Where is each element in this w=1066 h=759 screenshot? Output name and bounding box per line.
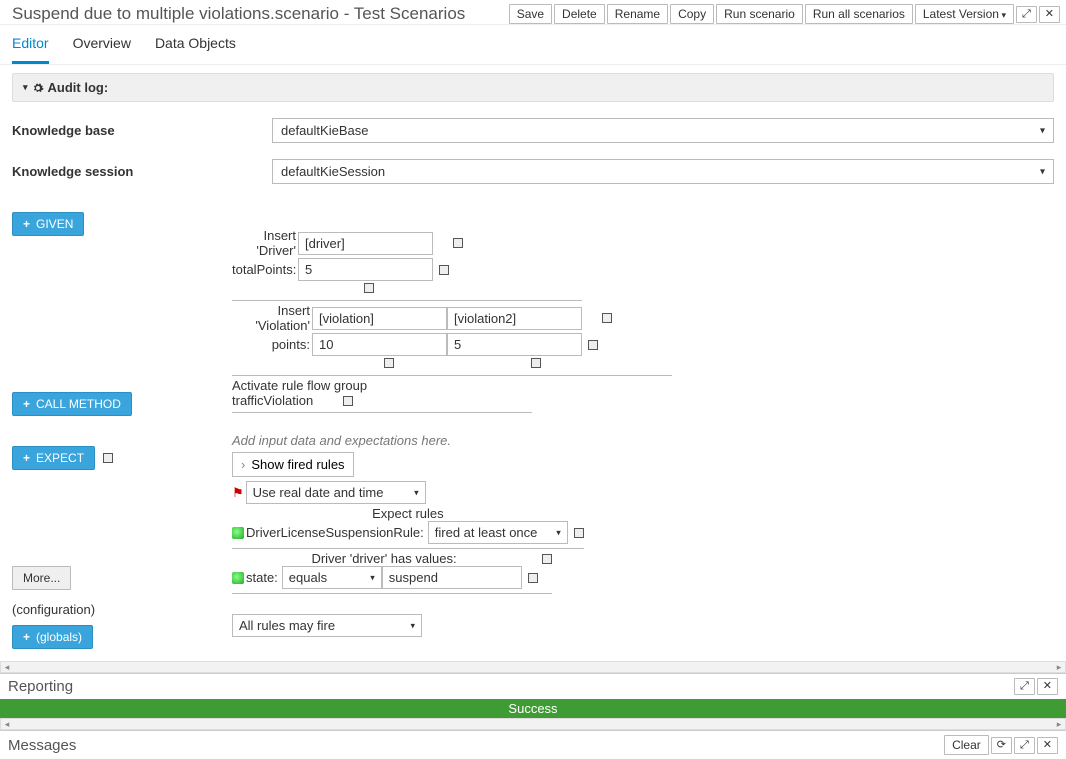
config-select[interactable]: All rules may fire (232, 614, 422, 637)
version-dropdown[interactable]: Latest Version (915, 4, 1014, 24)
gear-icon (32, 82, 44, 94)
scroll-right-icon[interactable]: ▸ (1053, 719, 1065, 729)
refresh-icon[interactable]: ⟳ (991, 737, 1012, 754)
scroll-left-icon[interactable]: ◂ (1, 662, 13, 672)
call-method-button[interactable]: CALL METHOD (12, 392, 132, 416)
expect-rules-label: Expect rules (232, 506, 584, 521)
remove-totalpoints-icon[interactable] (439, 265, 449, 275)
points-label: points: (232, 337, 312, 352)
tab-bar: Editor Overview Data Objects (0, 25, 1066, 65)
flag-icon: ⚑ (232, 485, 244, 501)
given-button[interactable]: GIVEN (12, 212, 84, 236)
chevron-down-icon: ▾ (23, 82, 28, 93)
remove-driver-icon[interactable] (453, 238, 463, 248)
date-mode-select[interactable]: Use real date and time (246, 481, 426, 504)
globals-button[interactable]: (globals) (12, 625, 93, 649)
knowledge-session-select[interactable]: defaultKieSession (272, 159, 1054, 184)
totalpoints-label: totalPoints: (232, 262, 298, 277)
tab-editor[interactable]: Editor (12, 35, 49, 64)
remove-ruleflow-icon[interactable] (343, 396, 353, 406)
header-toolbar: Save Delete Rename Copy Run scenario Run… (509, 4, 1060, 24)
add-v1-field-icon[interactable] (384, 358, 394, 368)
reporting-scrollbar[interactable]: ◂ ▸ (0, 718, 1066, 730)
insert-violation-label: Insert 'Violation' (232, 303, 312, 333)
copy-button[interactable]: Copy (670, 4, 714, 24)
knowledge-base-select[interactable]: defaultKieBase (272, 118, 1054, 143)
remove-state-icon[interactable] (528, 573, 538, 583)
reporting-expand-icon[interactable]: ⤢ (1014, 678, 1035, 695)
run-all-scenarios-button[interactable]: Run all scenarios (805, 4, 913, 24)
expect-button[interactable]: EXPECT (12, 446, 95, 470)
save-button[interactable]: Save (509, 4, 552, 24)
delete-button[interactable]: Delete (554, 4, 605, 24)
close-icon[interactable]: ✕ (1039, 6, 1060, 23)
knowledge-base-label: Knowledge base (12, 123, 272, 138)
points-v2[interactable]: 5 (447, 333, 582, 356)
remove-driver-values-icon[interactable] (542, 554, 552, 564)
state-value[interactable]: suspend (382, 566, 522, 589)
reporting-close-icon[interactable]: ✕ (1037, 678, 1058, 695)
editor-scrollbar[interactable]: ◂ ▸ (0, 661, 1066, 673)
tab-data-objects[interactable]: Data Objects (155, 35, 236, 64)
state-op-select[interactable]: equals (282, 566, 382, 589)
field-status-icon (232, 572, 244, 584)
configuration-label: (configuration) (12, 602, 95, 617)
more-button[interactable]: More... (12, 566, 71, 590)
insert-driver-label: Insert 'Driver' (232, 228, 298, 258)
remove-violation-icon[interactable] (602, 313, 612, 323)
violation2-fact[interactable]: [violation2] (447, 307, 582, 330)
rule-name: DriverLicenseSuspensionRule: (246, 525, 424, 540)
scroll-left-icon[interactable]: ◂ (1, 719, 13, 729)
success-bar: Success (0, 699, 1066, 718)
rule-fire-mode-select[interactable]: fired at least once (428, 521, 568, 544)
audit-log-label: Audit log: (48, 80, 109, 95)
scroll-right-icon[interactable]: ▸ (1053, 662, 1065, 672)
remove-expect-icon[interactable] (103, 453, 113, 463)
ruleflow-label: Activate rule flow group (232, 378, 532, 393)
clear-button[interactable]: Clear (944, 735, 989, 755)
knowledge-session-label: Knowledge session (12, 164, 272, 179)
points-v1[interactable]: 10 (312, 333, 447, 356)
driver-values-label: Driver 'driver' has values: (232, 551, 536, 566)
run-scenario-button[interactable]: Run scenario (716, 4, 803, 24)
rule-status-icon (232, 527, 244, 539)
ruleflow-value[interactable]: trafficViolation (232, 393, 313, 408)
audit-log-header[interactable]: ▾ Audit log: (12, 73, 1054, 102)
reporting-label: Reporting (8, 678, 73, 695)
violation-fact[interactable]: [violation] (312, 307, 447, 330)
remove-rule-icon[interactable] (574, 528, 584, 538)
show-fired-rules-button[interactable]: Show fired rules (232, 452, 354, 477)
tab-overview[interactable]: Overview (73, 35, 131, 64)
add-v2-field-icon[interactable] (531, 358, 541, 368)
remove-points-icon[interactable] (588, 340, 598, 350)
state-label: state: (246, 570, 278, 585)
hint-text: Add input data and expectations here. (232, 433, 1054, 448)
messages-close-icon[interactable]: ✕ (1037, 737, 1058, 754)
messages-expand-icon[interactable]: ⤢ (1014, 737, 1035, 754)
expand-icon[interactable]: ⤢ (1016, 6, 1037, 23)
rename-button[interactable]: Rename (607, 4, 668, 24)
totalpoints-value[interactable]: 5 (298, 258, 433, 281)
driver-fact[interactable]: [driver] (298, 232, 433, 255)
page-title: Suspend due to multiple violations.scena… (12, 4, 465, 24)
messages-label: Messages (8, 737, 76, 754)
add-driver-field-icon[interactable] (364, 283, 374, 293)
